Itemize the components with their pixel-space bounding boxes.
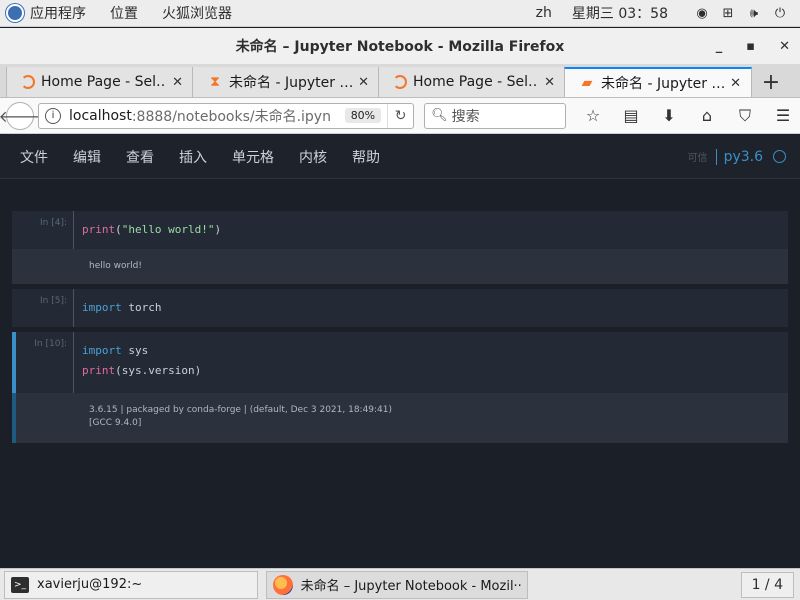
url-host: localhost bbox=[69, 107, 132, 124]
tab-label: 未命名 - Jupyter … bbox=[229, 75, 353, 91]
taskbar-firefox-label: 未命名 – Jupyter Notebook - Mozil··· bbox=[300, 579, 521, 594]
navigation-bar: 🡐 i localhost:8888/notebooks/未命名.ipyn 80… bbox=[0, 98, 800, 134]
taskbar-terminal-label: xavierju@192:~ bbox=[37, 577, 143, 592]
code-input[interactable]: import torch bbox=[74, 289, 170, 327]
home-icon[interactable]: ⌂ bbox=[690, 102, 724, 130]
menu-view[interactable]: 查看 bbox=[126, 147, 154, 167]
code-cell[interactable]: In [4]: print("hello world!") bbox=[12, 211, 788, 249]
cell-output: 3.6.15 | packaged by conda-forge | (defa… bbox=[12, 393, 788, 443]
input-method-indicator[interactable]: zh bbox=[536, 5, 552, 21]
jupyter-menubar: 文件 编辑 查看 插入 单元格 内核 帮助 可信 py3.6 bbox=[0, 135, 800, 179]
menu-file[interactable]: 文件 bbox=[20, 147, 48, 167]
menu-kernel[interactable]: 内核 bbox=[299, 147, 327, 167]
clock[interactable]: 星期三 03：58 bbox=[572, 3, 668, 23]
taskbar-firefox[interactable]: 未命名 – Jupyter Notebook - Mozil··· bbox=[266, 570, 528, 599]
window-title: 未命名 – Jupyter Notebook - Mozilla Firefox bbox=[235, 39, 565, 55]
record-icon[interactable]: ◉ bbox=[694, 5, 710, 21]
input-prompt: In [5]: bbox=[12, 289, 74, 327]
kernel-name[interactable]: py3.6 bbox=[715, 148, 763, 165]
url-path: :8888/notebooks/未命名.ipyn bbox=[131, 108, 331, 125]
firefox-icon bbox=[273, 574, 293, 595]
notebook-icon: ▰ bbox=[581, 75, 593, 91]
places-menu[interactable]: 位置 bbox=[98, 3, 150, 23]
applications-menu-label: 应用程序 bbox=[30, 6, 86, 22]
output-line: [GCC 9.4.0] bbox=[89, 418, 142, 428]
tab-notebook-loading[interactable]: ⧗ 未命名 - Jupyter … ✕ bbox=[192, 67, 380, 97]
kernel-status-icon bbox=[773, 150, 786, 163]
pocket-icon[interactable]: ⛉ bbox=[728, 102, 762, 130]
firefox-app-menu[interactable]: 火狐浏览器 bbox=[150, 3, 244, 23]
tab-close-icon[interactable]: ✕ bbox=[172, 75, 183, 90]
search-icon: 🔍︎ bbox=[431, 108, 448, 123]
workspace-pager[interactable]: 1 / 4 bbox=[740, 571, 794, 598]
menu-cell[interactable]: 单元格 bbox=[232, 147, 274, 167]
input-prompt: In [4]: bbox=[12, 211, 74, 249]
tab-home-page-2[interactable]: Home Page - Sel… ✕ bbox=[378, 67, 566, 97]
url-bar[interactable]: i localhost:8888/notebooks/未命名.ipyn 80% … bbox=[38, 102, 415, 129]
gnome-top-bar: 应用程序 位置 火狐浏览器 zh 星期三 03：58 ◉ ⊞ 🕪 ⏻ bbox=[0, 0, 800, 27]
notebook: In [4]: print("hello world!") hello worl… bbox=[12, 211, 788, 443]
back-button[interactable]: 🡐 bbox=[0, 101, 41, 130]
code-cell-selected[interactable]: In [10]: import sys print(sys.version) bbox=[12, 332, 788, 393]
code-input[interactable]: import sys print(sys.version) bbox=[74, 332, 209, 393]
input-prompt: In [10]: bbox=[16, 332, 74, 393]
jupyter-icon bbox=[393, 75, 407, 89]
minimize-icon[interactable]: _ bbox=[716, 39, 723, 54]
tab-close-icon[interactable]: ✕ bbox=[544, 75, 555, 90]
tab-label: Home Page - Sel… bbox=[41, 74, 167, 90]
tab-close-icon[interactable]: ✕ bbox=[358, 75, 369, 90]
maximize-icon[interactable]: ▪ bbox=[746, 39, 755, 54]
download-icon[interactable]: ⬇ bbox=[652, 102, 686, 130]
code-cell[interactable]: In [5]: import torch bbox=[12, 289, 788, 327]
taskbar-terminal[interactable]: >_ xavierju@192:~ bbox=[4, 570, 258, 599]
output-line: 3.6.15 | packaged by conda-forge | (defa… bbox=[89, 405, 393, 415]
tab-bar: Home Page - Sel… ✕ ⧗ 未命名 - Jupyter … ✕ H… bbox=[0, 64, 800, 98]
info-icon[interactable]: i bbox=[45, 107, 61, 124]
back-arrow-icon: 🡐 bbox=[0, 106, 42, 126]
terminal-icon: >_ bbox=[11, 576, 29, 593]
search-placeholder: 搜索 bbox=[451, 108, 480, 125]
tab-label: Home Page - Sel… bbox=[413, 74, 539, 90]
fedora-logo-icon bbox=[6, 4, 24, 22]
window-list: >_ xavierju@192:~ 未命名 – Jupyter Notebook… bbox=[0, 568, 800, 600]
window-titlebar: 未命名 – Jupyter Notebook - Mozilla Firefox… bbox=[0, 28, 800, 64]
tab-close-icon[interactable]: ✕ bbox=[730, 76, 741, 91]
jupyter-icon bbox=[21, 75, 35, 89]
menu-insert[interactable]: 插入 bbox=[179, 147, 207, 167]
code-input[interactable]: print("hello world!") bbox=[74, 211, 229, 249]
hamburger-menu-icon[interactable]: ☰ bbox=[766, 102, 800, 130]
reload-icon[interactable]: ↻ bbox=[387, 103, 413, 128]
tab-label: 未命名 - Jupyter … bbox=[601, 76, 725, 92]
power-icon[interactable]: ⏻ bbox=[772, 5, 788, 21]
cell-output: hello world! bbox=[12, 249, 788, 284]
volume-icon[interactable]: 🕪 bbox=[746, 5, 762, 21]
new-tab-button[interactable]: + bbox=[756, 67, 786, 97]
applications-menu[interactable]: 应用程序 bbox=[0, 3, 98, 23]
menu-edit[interactable]: 编辑 bbox=[73, 147, 101, 167]
close-icon[interactable]: ✕ bbox=[779, 39, 790, 54]
zoom-indicator[interactable]: 80% bbox=[344, 108, 382, 123]
trusted-indicator[interactable]: 可信 bbox=[688, 149, 708, 164]
hourglass-icon: ⧗ bbox=[210, 74, 220, 90]
menu-help[interactable]: 帮助 bbox=[352, 147, 380, 167]
network-icon[interactable]: ⊞ bbox=[720, 5, 736, 21]
tab-notebook-active[interactable]: ▰ 未命名 - Jupyter … ✕ bbox=[564, 67, 752, 97]
library-icon[interactable]: ▤ bbox=[614, 102, 648, 130]
search-input[interactable]: 🔍︎ 搜索 bbox=[424, 102, 566, 129]
bookmark-star-icon[interactable]: ☆ bbox=[576, 102, 610, 130]
tab-home-page-1[interactable]: Home Page - Sel… ✕ bbox=[6, 67, 194, 97]
